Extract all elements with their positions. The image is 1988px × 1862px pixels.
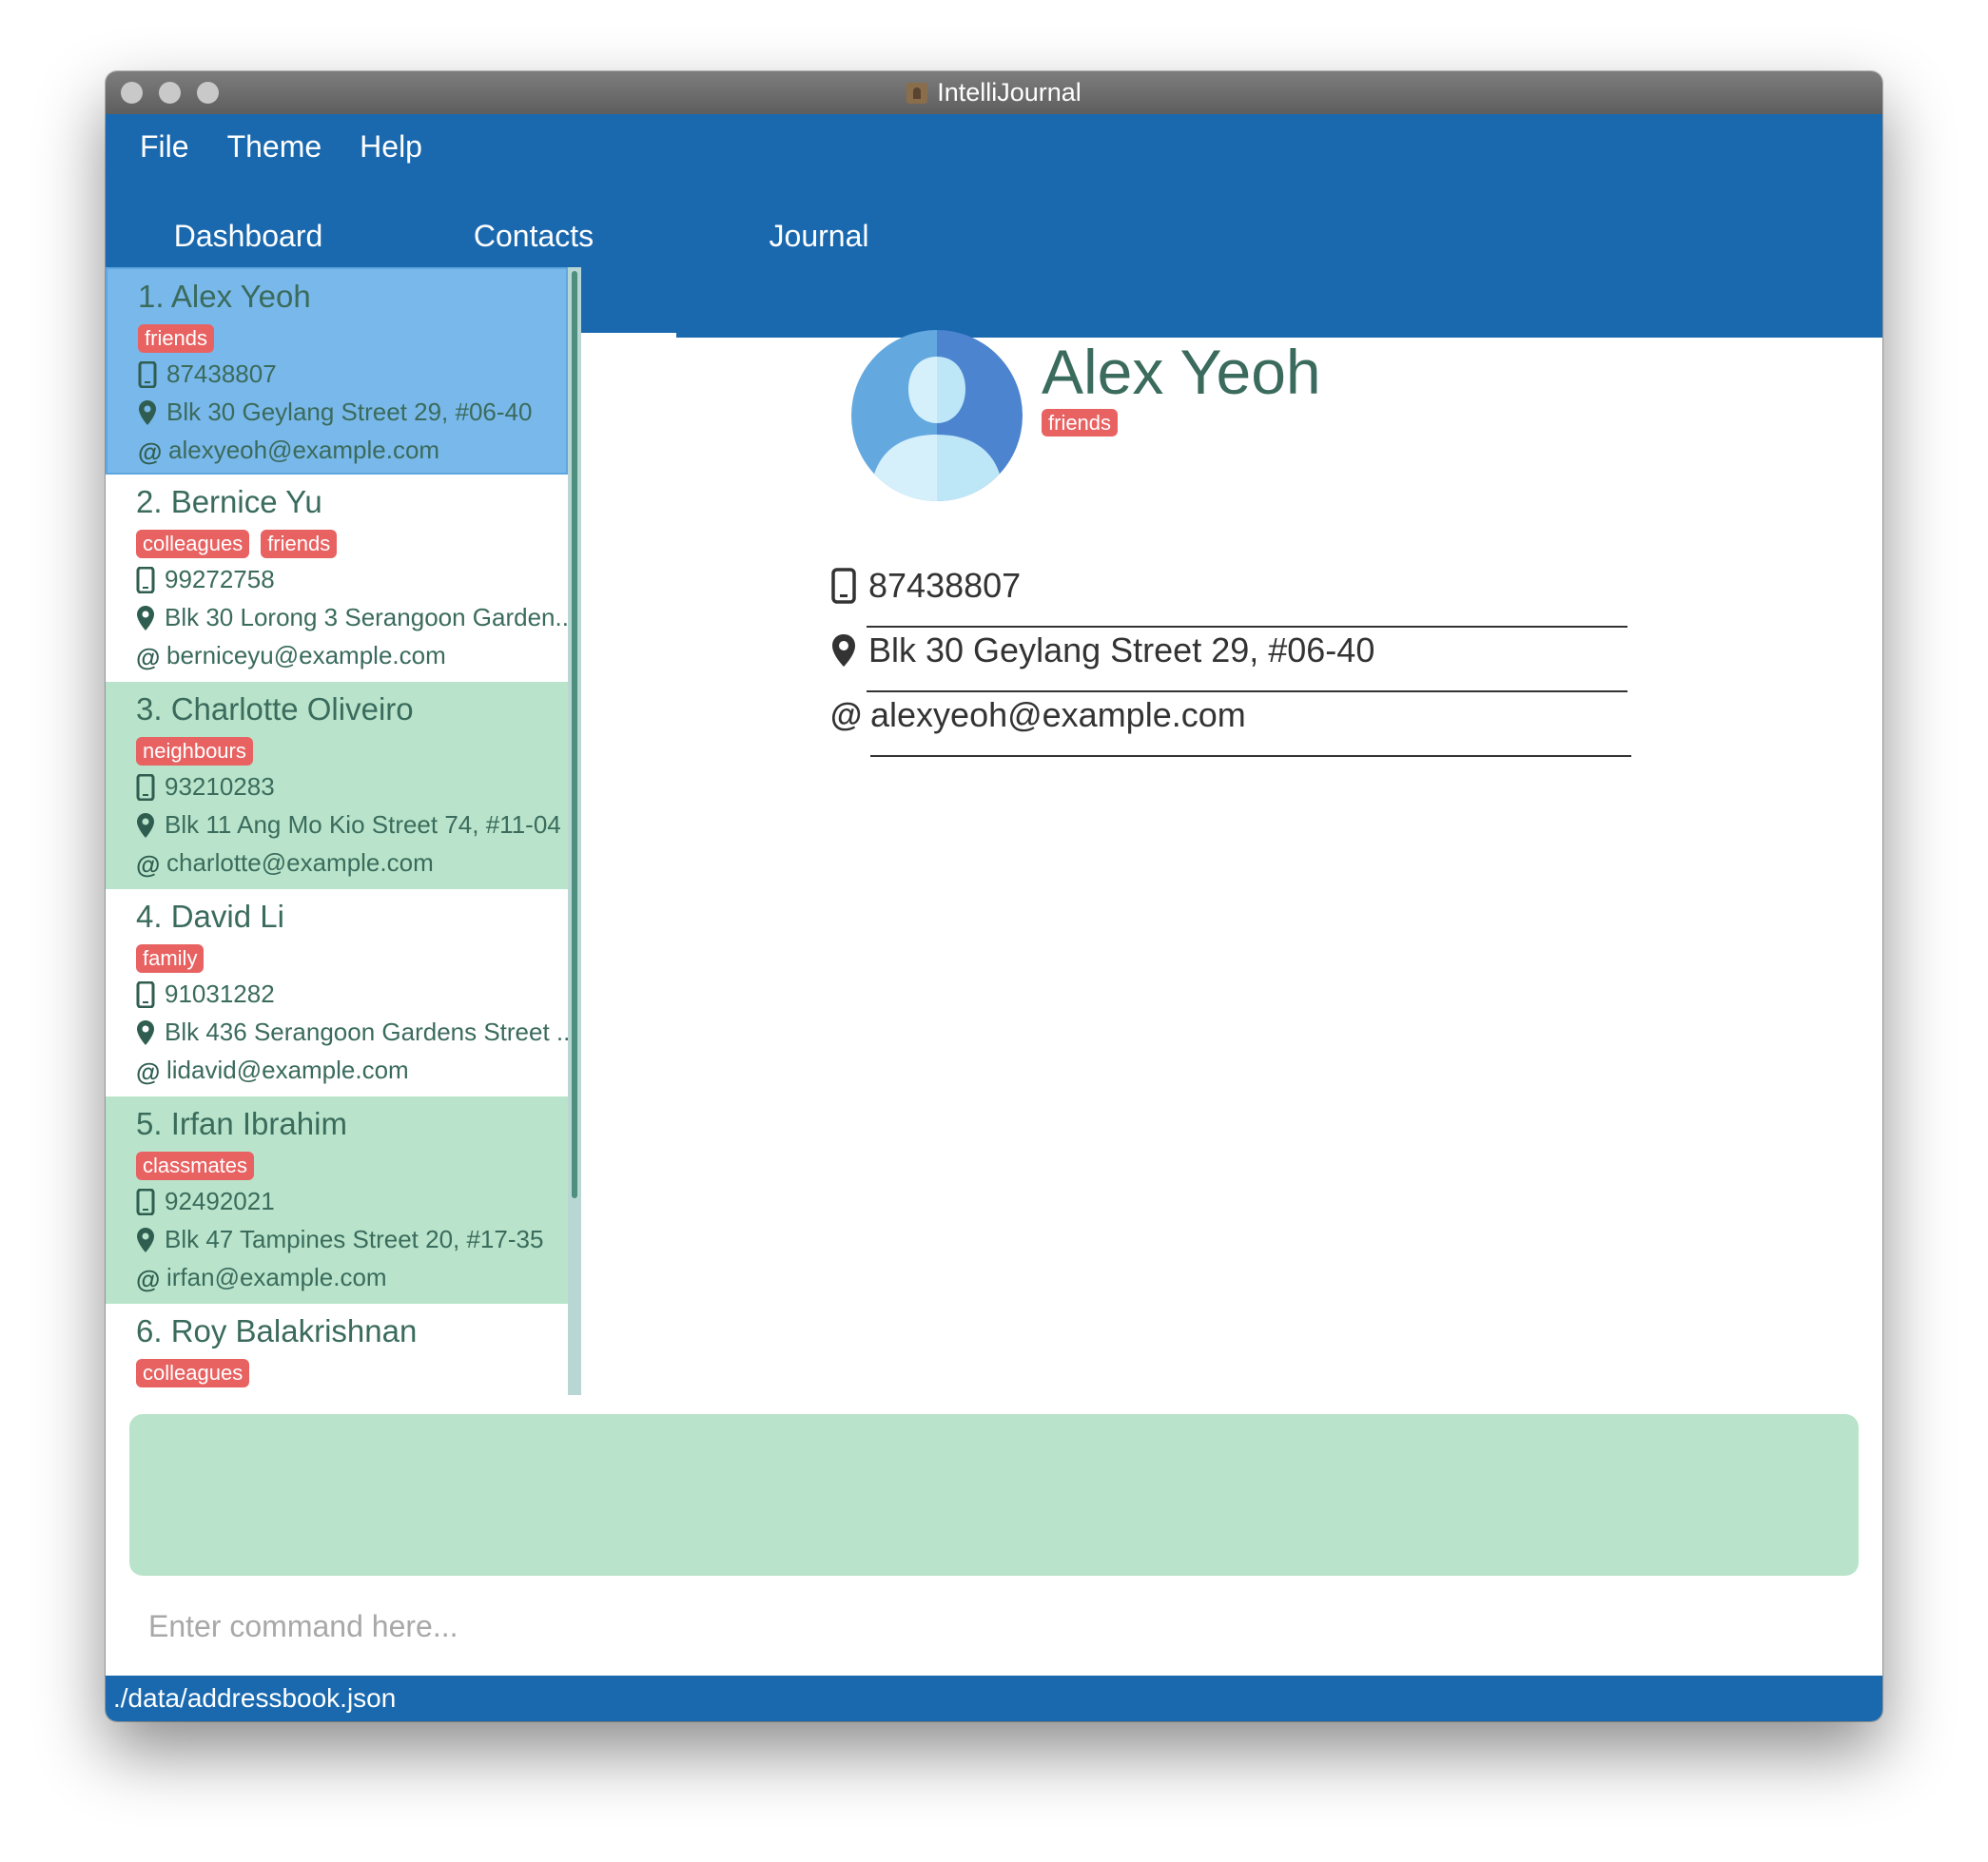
phone-icon (136, 1188, 155, 1215)
contact-email: berniceyu@example.com (166, 641, 446, 669)
window-title: IntelliJournal (937, 78, 1082, 107)
detail-address: Blk 30 Geylang Street 29, #06-40 (868, 630, 1375, 669)
phone-icon (831, 568, 856, 604)
location-icon (832, 634, 855, 667)
divider (870, 755, 1631, 757)
email-icon: @ (138, 436, 163, 466)
contact-card[interactable]: 4. David Li family 91031282 Blk 436 Sera… (106, 889, 568, 1096)
scrollbar-thumb[interactable] (572, 271, 577, 1198)
location-icon (137, 812, 154, 838)
tag-badge: friends (138, 324, 215, 353)
status-bar: ./data/addressbook.json (106, 1676, 1882, 1721)
contact-card[interactable]: 2. Bernice Yu colleagues friends 99272758… (106, 475, 568, 682)
contact-email: lidavid@example.com (166, 1056, 409, 1084)
title-bar: IntelliJournal (106, 71, 1882, 115)
contact-email: alexyeoh@example.com (168, 436, 440, 464)
phone-icon (136, 980, 155, 1008)
menu-help[interactable]: Help (360, 129, 422, 165)
email-icon: @ (136, 1264, 161, 1293)
menu-theme[interactable]: Theme (227, 129, 322, 165)
result-display (129, 1414, 1859, 1576)
location-icon (139, 399, 156, 425)
tag-badge: colleagues (136, 530, 250, 558)
tag-badge: neighbours (136, 737, 253, 766)
detail-tag-badge: friends (1042, 409, 1119, 436)
detail-email: alexyeoh@example.com (870, 695, 1246, 734)
email-icon: @ (136, 642, 161, 671)
email-icon: @ (830, 696, 863, 733)
contact-address: Blk 11 Ang Mo Kio Street 74, #11-04 (165, 810, 561, 839)
menu-bar: File Theme Help (106, 114, 1882, 179)
contact-name: 1. Alex Yeoh (138, 279, 311, 314)
divider (867, 626, 1627, 628)
app-window: IntelliJournal File Theme Help Dashboard… (106, 71, 1882, 1721)
tab-journal[interactable]: Journal (676, 179, 962, 293)
contact-phone: 93210283 (165, 772, 275, 801)
contact-card[interactable]: 5. Irfan Ibrahim classmates 92492021 Blk… (106, 1096, 568, 1304)
contact-card[interactable]: 1. Alex Yeoh friends 87438807 Blk 30 Gey… (106, 267, 568, 475)
contact-name: 3. Charlotte Oliveiro (136, 691, 414, 727)
contact-address: Blk 30 Geylang Street 29, #06-40 (166, 398, 533, 426)
menu-file[interactable]: File (140, 129, 189, 165)
contact-address: Blk 436 Serangoon Gardens Street ... (165, 1018, 568, 1046)
contact-phone: 87438807 (166, 359, 277, 388)
phone-icon (136, 773, 155, 801)
phone-icon (138, 360, 157, 388)
contact-name: 6. Roy Balakrishnan (136, 1313, 418, 1348)
contact-list[interactable]: 1. Alex Yeoh friends 87438807 Blk 30 Gey… (106, 267, 568, 1395)
avatar (851, 330, 1023, 501)
tag-badge: classmates (136, 1152, 255, 1180)
tag-badge: family (136, 944, 205, 973)
app-icon (906, 82, 928, 104)
tag-badge: colleagues (136, 1359, 250, 1387)
contact-phone: 91031282 (165, 979, 275, 1008)
contact-phone: 99272758 (165, 565, 275, 593)
contact-phone: 92492021 (165, 1187, 275, 1215)
contact-name: 5. Irfan Ibrahim (136, 1106, 347, 1141)
contact-address: Blk 47 Tampines Street 20, #17-35 (165, 1225, 544, 1253)
contact-email: charlotte@example.com (166, 848, 434, 877)
contact-card[interactable]: 6. Roy Balakrishnan colleagues (106, 1304, 568, 1395)
detail-name: Alex Yeoh (1042, 337, 1321, 407)
location-icon (137, 1227, 154, 1252)
email-icon: @ (136, 849, 161, 879)
contact-name: 2. Bernice Yu (136, 484, 322, 519)
contact-name: 4. David Li (136, 899, 284, 934)
data-file-path: ./data/addressbook.json (113, 1683, 397, 1713)
detail-phone: 87438807 (868, 566, 1022, 605)
tag-badge: friends (261, 530, 338, 558)
location-icon (137, 1019, 154, 1045)
divider (867, 690, 1627, 692)
phone-icon (136, 566, 155, 593)
contact-card[interactable]: 3. Charlotte Oliveiro neighbours 9321028… (106, 682, 568, 889)
location-icon (137, 605, 154, 630)
email-icon: @ (136, 1057, 161, 1086)
command-input[interactable] (129, 1593, 1859, 1659)
contact-email: irfan@example.com (166, 1263, 387, 1291)
contact-address: Blk 30 Lorong 3 Serangoon Garden... (165, 603, 568, 631)
